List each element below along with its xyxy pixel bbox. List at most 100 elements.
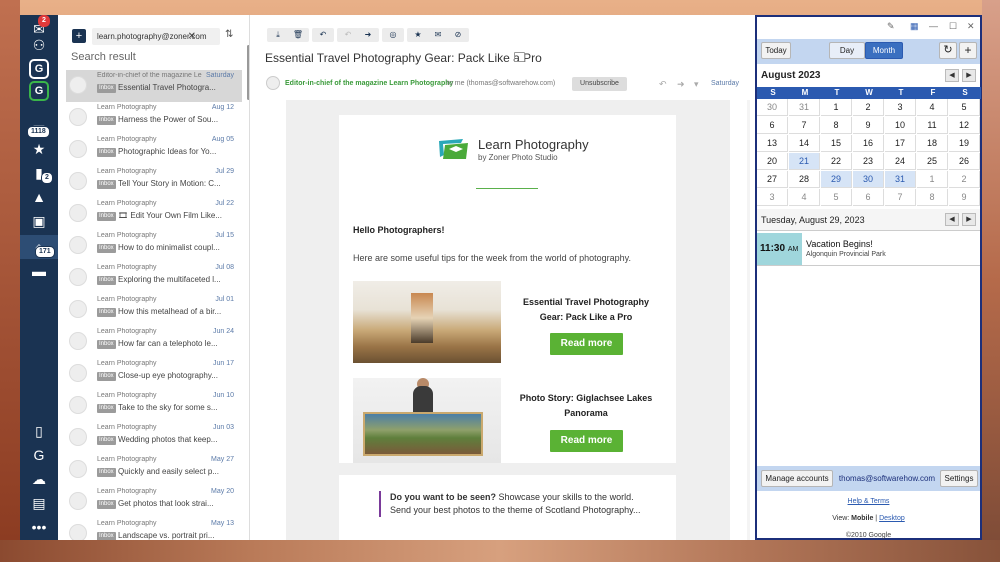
event-title[interactable]: Vacation Begins! xyxy=(806,239,873,249)
send-icon[interactable]: ▲ xyxy=(29,187,49,207)
download-button[interactable]: ⤓ xyxy=(267,28,289,42)
search-folder-icon[interactable]: ⌂ 171 xyxy=(29,237,55,258)
reply-all-button[interactable]: ↶ xyxy=(337,28,359,42)
calendar-day[interactable]: 6 xyxy=(757,117,788,134)
list-item[interactable]: Learn Photography May 27 Inbox Quickly a… xyxy=(66,454,242,486)
calendar-day[interactable]: 13 xyxy=(757,135,788,152)
calendar-day[interactable]: 27 xyxy=(757,171,788,188)
list-item[interactable]: Learn Photography Jul 08 Inbox Exploring… xyxy=(66,262,242,294)
calendar-day[interactable]: 25 xyxy=(917,153,948,170)
next-month-icon[interactable]: ▶ xyxy=(962,69,976,82)
unsubscribe-button[interactable]: Unsubscribe xyxy=(572,77,627,91)
calendar-day[interactable]: 8 xyxy=(917,189,948,206)
article-2-image[interactable] xyxy=(353,378,501,463)
calendar-day[interactable]: 14 xyxy=(789,135,820,152)
list-item[interactable]: Learn Photography Jul 15 Inbox How to do… xyxy=(66,230,242,262)
search-input[interactable]: learn.photography@zoner.com ✕ xyxy=(92,28,220,45)
manage-accounts-button[interactable]: Manage accounts xyxy=(761,470,833,487)
calendar-day[interactable]: 30 xyxy=(853,171,884,188)
read-more-button-1[interactable]: Read more xyxy=(550,333,623,355)
star-icon[interactable]: ★ xyxy=(29,139,49,159)
forward-arrow-icon[interactable]: ➜ xyxy=(677,79,685,90)
refresh-icon[interactable]: ↻ xyxy=(939,42,957,59)
add-event-icon[interactable]: + xyxy=(959,42,977,59)
google-icon[interactable]: G xyxy=(29,445,49,465)
close-icon[interactable]: ✕ xyxy=(967,21,975,32)
list-item[interactable]: Learn Photography Jul 29 Inbox Tell Your… xyxy=(66,166,242,198)
next-day-icon[interactable]: ▶ xyxy=(962,213,976,226)
calendar-day[interactable]: 1 xyxy=(821,99,852,116)
google-account-icon[interactable]: G xyxy=(29,59,49,79)
calendar-day[interactable]: 30 xyxy=(757,99,788,116)
calendar-day[interactable]: 28 xyxy=(789,171,820,188)
list-item[interactable]: Learn Photography Aug 12 Inbox Harness t… xyxy=(66,102,242,134)
maximize-icon[interactable]: ☐ xyxy=(949,21,957,32)
calendar-day[interactable]: 8 xyxy=(821,117,852,134)
folder-icon[interactable]: ▬ xyxy=(29,261,49,281)
folder-add-icon[interactable] xyxy=(514,52,525,62)
calendar-day[interactable]: 29 xyxy=(821,171,852,188)
calendar-day[interactable]: 21 xyxy=(789,153,820,170)
move-button[interactable]: ✉ xyxy=(427,28,449,42)
calendar-day[interactable]: 16 xyxy=(853,135,884,152)
list-item[interactable]: Learn Photography Jul 22 Inbox 🎞 Edit Yo… xyxy=(66,198,242,230)
list-item[interactable]: Learn Photography Jun 17 Inbox Close-up … xyxy=(66,358,242,390)
calendar-day[interactable]: 1 xyxy=(917,171,948,188)
calendar-day[interactable]: 15 xyxy=(821,135,852,152)
list-item[interactable]: Learn Photography Jun 24 Inbox How far c… xyxy=(66,326,242,358)
list-item[interactable]: Learn Photography Jun 10 Inbox Take to t… xyxy=(66,390,242,422)
calendar-day[interactable]: 6 xyxy=(853,189,884,206)
google-account-2-icon[interactable]: G xyxy=(29,81,49,101)
list-item[interactable]: Learn Photography Jun 03 Inbox Wedding p… xyxy=(66,422,242,454)
calendar-day[interactable]: 12 xyxy=(949,117,980,134)
calendar-day[interactable]: 19 xyxy=(949,135,980,152)
desktop-link[interactable]: Desktop xyxy=(879,515,905,522)
prev-month-icon[interactable]: ◀ xyxy=(945,69,959,82)
calendar-day[interactable]: 11 xyxy=(917,117,948,134)
more-icon[interactable]: ••• xyxy=(29,517,49,537)
read-more-button-2[interactable]: Read more xyxy=(550,430,623,452)
calendar-day[interactable]: 7 xyxy=(789,117,820,134)
reply-button[interactable]: ↶ xyxy=(312,28,334,42)
calendar-day[interactable]: 9 xyxy=(853,117,884,134)
list-item[interactable]: Learn Photography Jul 01 Inbox How this … xyxy=(66,294,242,326)
list-item[interactable]: Learn Photography Aug 05 Inbox Photograp… xyxy=(66,134,242,166)
calendar-day[interactable]: 3 xyxy=(885,99,916,116)
notes-icon[interactable]: ▤ xyxy=(29,493,49,513)
calendar-day[interactable]: 7 xyxy=(885,189,916,206)
month-button[interactable]: Month xyxy=(865,42,903,59)
calendar-day[interactable]: 31 xyxy=(885,171,916,188)
inbox-icon[interactable]: ▭ 1118 xyxy=(27,117,50,138)
block-button[interactable]: ⊘ xyxy=(447,28,469,42)
calendar-day[interactable]: 9 xyxy=(949,189,980,206)
calendar-day[interactable]: 24 xyxy=(885,153,916,170)
document-icon[interactable]: ▯ xyxy=(29,421,49,441)
calendar-day[interactable]: 17 xyxy=(885,135,916,152)
accounts-icon[interactable]: ⚇ xyxy=(29,35,49,55)
calendar-day[interactable]: 4 xyxy=(917,99,948,116)
today-button[interactable]: Today xyxy=(761,42,791,59)
archive-button[interactable]: ◎ xyxy=(382,28,404,42)
calendar-day[interactable]: 5 xyxy=(949,99,980,116)
help-link[interactable]: Help & Terms xyxy=(757,498,980,505)
forward-button[interactable]: ➜ xyxy=(357,28,379,42)
minimize-icon[interactable]: — xyxy=(929,21,938,31)
calendar-day[interactable]: 2 xyxy=(949,171,980,188)
calendar-day[interactable]: 26 xyxy=(949,153,980,170)
prev-day-icon[interactable]: ◀ xyxy=(945,213,959,226)
pen-icon[interactable]: ✎ xyxy=(887,21,895,32)
delete-button[interactable]: 🗑 xyxy=(287,28,309,42)
briefcase-icon[interactable]: ▣ xyxy=(29,211,49,231)
flag-button[interactable]: ★ xyxy=(407,28,429,42)
sort-icon[interactable]: ⇅ xyxy=(225,29,233,40)
calendar-day[interactable]: 22 xyxy=(821,153,852,170)
list-item[interactable]: Learn Photography May 20 Inbox Get photo… xyxy=(66,486,242,518)
calendar-day[interactable]: 5 xyxy=(821,189,852,206)
calendar-day[interactable]: 4 xyxy=(789,189,820,206)
panel-icon[interactable]: ▦ xyxy=(910,21,919,32)
calendar-day[interactable]: 3 xyxy=(757,189,788,206)
cloud-upload-icon[interactable]: ☁ xyxy=(29,469,49,489)
list-item[interactable]: Learn Photography May 13 Inbox Landscape… xyxy=(66,518,242,540)
calendar-day[interactable]: 31 xyxy=(789,99,820,116)
calendar-day[interactable]: 2 xyxy=(853,99,884,116)
